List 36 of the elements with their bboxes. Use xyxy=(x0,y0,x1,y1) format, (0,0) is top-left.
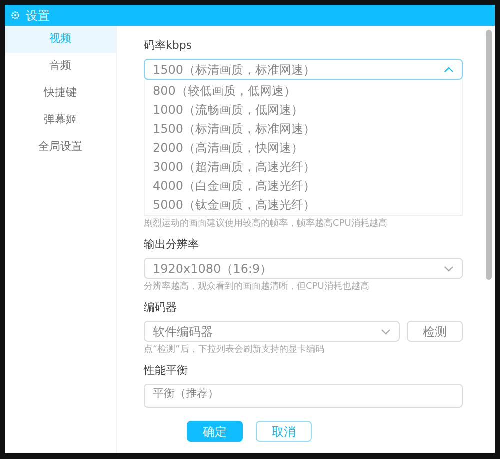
select-field[interactable]: 软件编码器 xyxy=(144,321,400,342)
window-title: 设置 xyxy=(26,8,50,24)
scrollbar-thumb[interactable] xyxy=(486,30,492,280)
hint-text: 分辨率越高，观众看到的画面越清晰，但CPU消耗也越高 xyxy=(144,282,370,293)
select-field[interactable]: 1920x1080（16:9） xyxy=(144,258,463,279)
field-label: 码率kbps xyxy=(144,39,194,53)
select-value: 1500（标清画质，标准网速） xyxy=(153,62,316,78)
sidebar-item[interactable]: 全局设置 xyxy=(5,134,116,161)
hint-text: 点“检测”后，下拉列表会刷新支持的显卡编码 xyxy=(144,345,326,356)
sidebar-item[interactable]: 快捷键 xyxy=(5,80,116,107)
select-field[interactable]: 1500（标清画质，标准网速） xyxy=(144,59,463,80)
field-label: 输出分辨率 xyxy=(144,238,200,252)
detect-button[interactable]: 检测 xyxy=(407,321,463,342)
dropdown-option[interactable]: 4000（白金画质，高速光纤） xyxy=(145,176,462,195)
dropdown-option[interactable]: 3000（超清画质，高速光纤） xyxy=(145,157,462,176)
field-label: 编码器 xyxy=(144,301,178,315)
confirm-button[interactable]: 确定 xyxy=(187,421,243,442)
gear-icon xyxy=(11,11,20,20)
field-label: 性能平衡 xyxy=(144,364,189,378)
chevron-down-icon xyxy=(444,266,454,272)
sidebar-item[interactable]: 音频 xyxy=(5,53,116,80)
select-value: 软件编码器 xyxy=(153,324,213,340)
sidebar-item[interactable]: 弹幕姬 xyxy=(5,107,116,134)
select-field[interactable]: 平衡（推荐） xyxy=(144,384,463,408)
dropdown-option[interactable]: 5000（钛金画质，高速光纤） xyxy=(145,195,462,214)
dropdown-option[interactable]: 800（较低画质，低网速） xyxy=(145,81,462,100)
select-value: 平衡（推荐） xyxy=(153,387,219,400)
dropdown-option[interactable]: 1500（标清画质，标准网速） xyxy=(145,119,462,138)
cancel-button[interactable]: 取消 xyxy=(256,421,312,442)
chevron-up-icon xyxy=(444,66,454,72)
select-value: 1920x1080（16:9） xyxy=(153,260,272,278)
dropdown-option[interactable]: 2000（高清画质，快网速） xyxy=(145,138,462,157)
dropdown-option[interactable]: 1000（流畅画质，低网速） xyxy=(145,100,462,119)
hint-text: 剧烈运动的画面建议使用较高的帧率，帧率越高CPU消耗越高 xyxy=(144,219,388,230)
chevron-down-icon xyxy=(381,328,391,334)
sidebar-item[interactable]: 视频 xyxy=(5,26,116,53)
